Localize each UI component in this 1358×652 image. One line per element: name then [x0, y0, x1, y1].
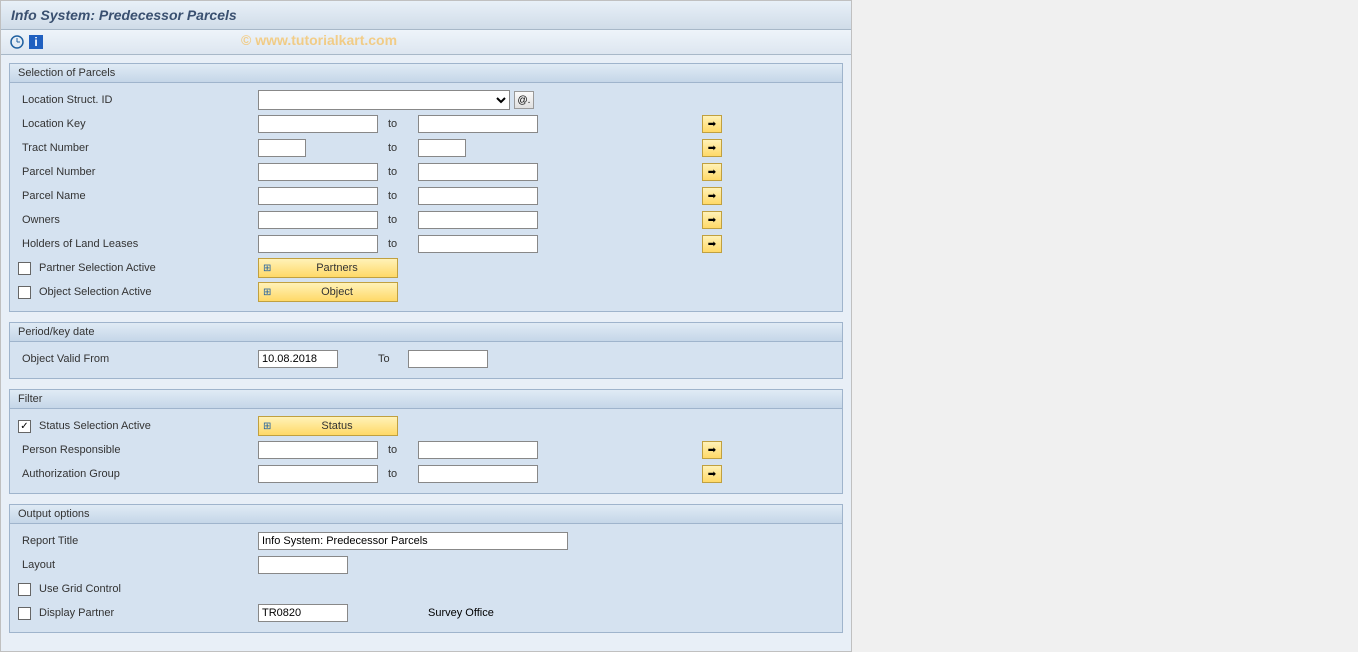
- valid-from-label: Object Valid From: [18, 353, 258, 365]
- parcel-name-multi[interactable]: ➡: [702, 187, 722, 205]
- parcel-name-label: Parcel Name: [18, 190, 258, 202]
- object-active-checkbox[interactable]: [18, 286, 31, 299]
- page-title: Info System: Predecessor Parcels: [11, 7, 237, 23]
- partner-active-label: Partner Selection Active: [18, 262, 258, 275]
- to-label: to: [388, 238, 408, 250]
- layout-label: Layout: [18, 559, 258, 571]
- person-resp-multi[interactable]: ➡: [702, 441, 722, 459]
- tract-number-label: Tract Number: [18, 142, 258, 154]
- location-key-to[interactable]: [418, 115, 538, 133]
- to-label: to: [388, 468, 408, 480]
- owners-label: Owners: [18, 214, 258, 226]
- use-grid-label: Use Grid Control: [18, 583, 258, 596]
- holders-multi[interactable]: ➡: [702, 235, 722, 253]
- location-key-multi[interactable]: ➡: [702, 115, 722, 133]
- object-active-label: Object Selection Active: [18, 286, 258, 299]
- to-label: to: [388, 444, 408, 456]
- parcel-number-to[interactable]: [418, 163, 538, 181]
- app-window: Info System: Predecessor Parcels i © www…: [0, 0, 852, 652]
- parcel-name-to[interactable]: [418, 187, 538, 205]
- owners-multi[interactable]: ➡: [702, 211, 722, 229]
- watermark: © www.tutorialkart.com: [241, 32, 397, 48]
- tract-number-to[interactable]: [418, 139, 466, 157]
- status-button[interactable]: Status: [258, 416, 398, 436]
- to-label: to: [388, 142, 408, 154]
- output-group: Output options Report Title Layout Use G…: [9, 504, 843, 633]
- holders-to[interactable]: [418, 235, 538, 253]
- parcel-number-multi[interactable]: ➡: [702, 163, 722, 181]
- selection-group: Selection of Parcels Location Struct. ID…: [9, 63, 843, 312]
- to-label: to: [388, 190, 408, 202]
- owners-to[interactable]: [418, 211, 538, 229]
- display-partner-desc: Survey Office: [428, 607, 494, 619]
- person-resp-from[interactable]: [258, 441, 378, 459]
- status-active-label: ✓ Status Selection Active: [18, 420, 258, 433]
- location-key-label: Location Key: [18, 118, 258, 130]
- report-title-input[interactable]: [258, 532, 568, 550]
- auth-group-multi[interactable]: ➡: [702, 465, 722, 483]
- display-partner-label: Display Partner: [18, 607, 258, 620]
- to-label: to: [388, 214, 408, 226]
- location-key-from[interactable]: [258, 115, 378, 133]
- content-area: Selection of Parcels Location Struct. ID…: [1, 55, 851, 651]
- tract-number-from[interactable]: [258, 139, 306, 157]
- person-resp-label: Person Responsible: [18, 444, 258, 456]
- partners-button[interactable]: Partners: [258, 258, 398, 278]
- location-struct-select[interactable]: [258, 90, 510, 110]
- to-label: to: [388, 118, 408, 130]
- to-label: To: [378, 353, 398, 365]
- execute-icon[interactable]: [9, 34, 25, 50]
- location-struct-label: Location Struct. ID: [18, 94, 258, 106]
- report-title-label: Report Title: [18, 535, 258, 547]
- toolbar: i © www.tutorialkart.com: [1, 30, 851, 55]
- display-partner-checkbox[interactable]: [18, 607, 31, 620]
- use-grid-checkbox[interactable]: [18, 583, 31, 596]
- person-resp-to[interactable]: [418, 441, 538, 459]
- valid-to-input[interactable]: [408, 350, 488, 368]
- parcel-number-label: Parcel Number: [18, 166, 258, 178]
- holders-label: Holders of Land Leases: [18, 238, 258, 250]
- parcel-number-from[interactable]: [258, 163, 378, 181]
- owners-from[interactable]: [258, 211, 378, 229]
- info-icon[interactable]: i: [29, 35, 43, 49]
- auth-group-label: Authorization Group: [18, 468, 258, 480]
- auth-group-to[interactable]: [418, 465, 538, 483]
- at-button[interactable]: @.: [514, 91, 534, 109]
- period-group: Period/key date Object Valid From To: [9, 322, 843, 379]
- display-partner-code[interactable]: [258, 604, 348, 622]
- filter-group: Filter ✓ Status Selection Active Status …: [9, 389, 843, 494]
- valid-from-input[interactable]: [258, 350, 338, 368]
- to-label: to: [388, 166, 408, 178]
- tract-number-multi[interactable]: ➡: [702, 139, 722, 157]
- filter-header: Filter: [10, 390, 842, 409]
- title-bar: Info System: Predecessor Parcels: [1, 1, 851, 30]
- auth-group-from[interactable]: [258, 465, 378, 483]
- period-header: Period/key date: [10, 323, 842, 342]
- holders-from[interactable]: [258, 235, 378, 253]
- selection-header: Selection of Parcels: [10, 64, 842, 83]
- output-header: Output options: [10, 505, 842, 524]
- layout-input[interactable]: [258, 556, 348, 574]
- partner-active-checkbox[interactable]: [18, 262, 31, 275]
- parcel-name-from[interactable]: [258, 187, 378, 205]
- status-active-checkbox[interactable]: ✓: [18, 420, 31, 433]
- object-button[interactable]: Object: [258, 282, 398, 302]
